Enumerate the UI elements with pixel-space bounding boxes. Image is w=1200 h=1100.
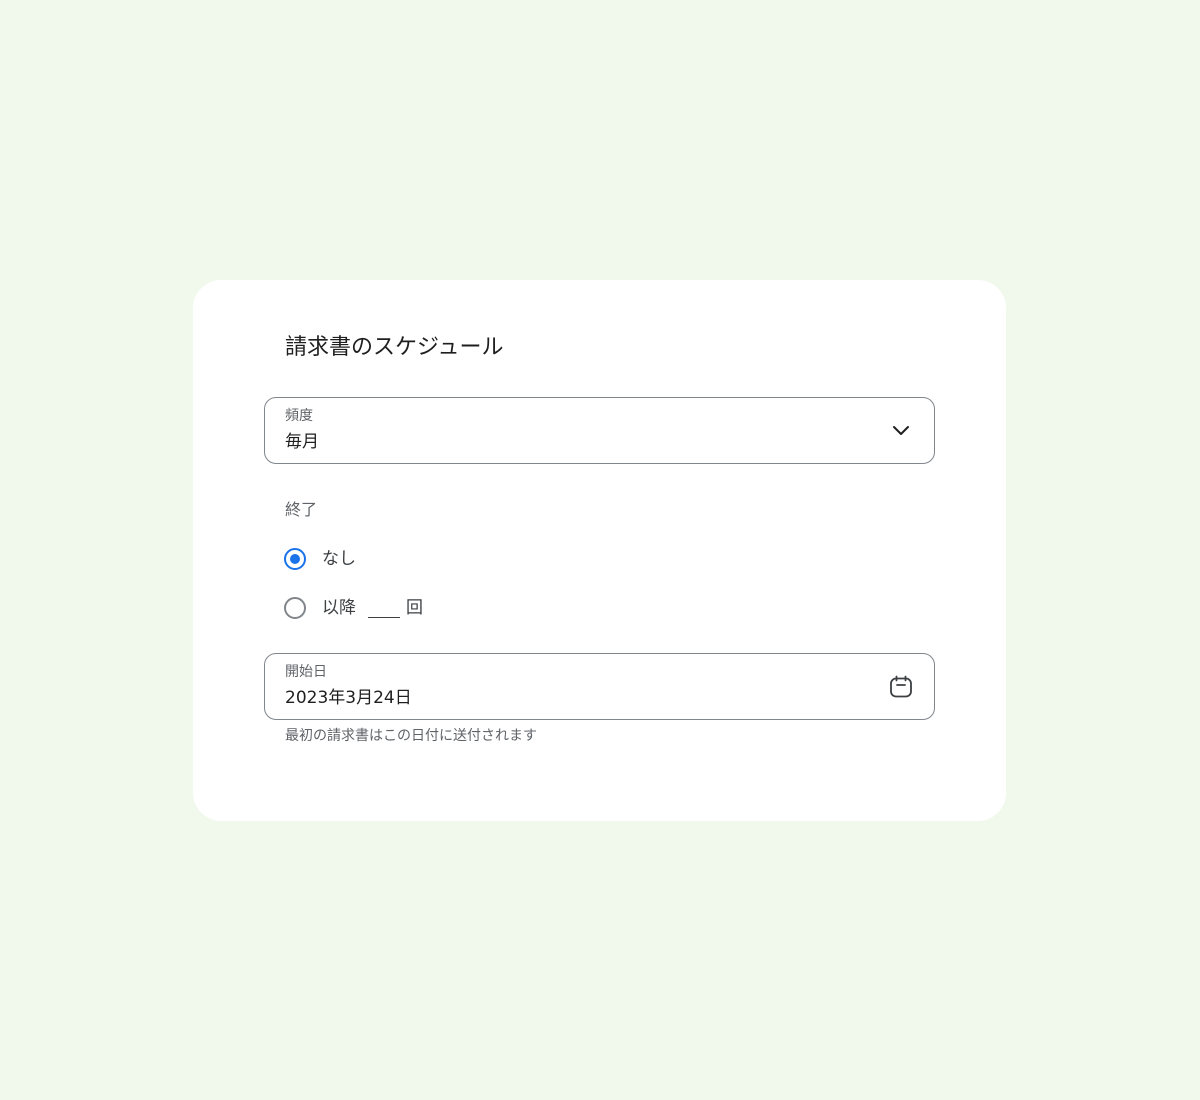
start-date-field[interactable]: 開始日 2023年3月24日: [264, 653, 935, 720]
radio-unselected-icon[interactable]: [283, 596, 307, 620]
end-option-none[interactable]: なし: [283, 544, 356, 574]
end-option-after-label: 以降: [322, 598, 356, 618]
page-background: { "dialog": { "title": "請求書のスケジュール" }, "…: [0, 0, 1200, 1100]
start-date-helper-text: 最初の請求書はこの日付に送付されます: [285, 728, 537, 744]
invoice-schedule-card: 請求書のスケジュール 頻度 毎月 終了 なし 以降 回 開始日 2023年3月2…: [193, 280, 1006, 821]
end-option-after[interactable]: 以降 回: [283, 593, 423, 623]
occurrence-unit-label: 回: [406, 598, 423, 618]
start-date-value: 2023年3月24日: [285, 688, 412, 708]
chevron-down-icon[interactable]: [888, 418, 914, 444]
calendar-icon[interactable]: [888, 674, 914, 700]
dialog-title: 請求書のスケジュール: [285, 335, 504, 360]
end-section-label: 終了: [285, 500, 318, 519]
frequency-value: 毎月: [285, 432, 319, 452]
end-option-none-label: なし: [322, 549, 356, 569]
start-date-label: 開始日: [285, 664, 327, 680]
frequency-label: 頻度: [285, 408, 313, 424]
occurrence-count-input[interactable]: [368, 599, 400, 618]
frequency-select[interactable]: 頻度 毎月: [264, 397, 935, 464]
radio-selected-icon[interactable]: [283, 547, 307, 571]
